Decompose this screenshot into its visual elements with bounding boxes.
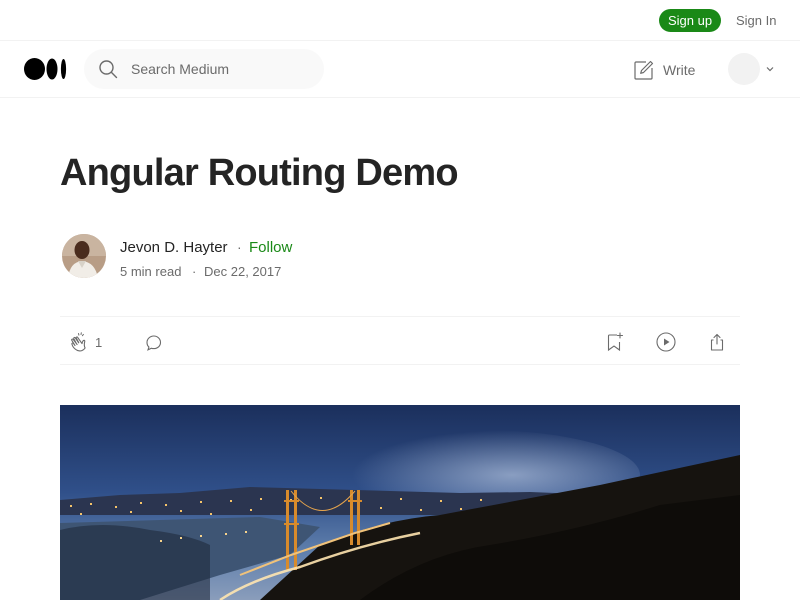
author-name[interactable]: Jevon D. Hayter bbox=[120, 239, 228, 256]
write-button[interactable]: Write bbox=[633, 59, 695, 81]
bookmark-add-icon[interactable] bbox=[602, 330, 626, 354]
write-icon bbox=[634, 60, 654, 80]
sign-in-link[interactable]: Sign In bbox=[736, 13, 776, 28]
sign-up-button[interactable]: Sign up bbox=[659, 9, 721, 32]
article-title: Angular Routing Demo bbox=[60, 152, 459, 194]
user-avatar bbox=[728, 53, 760, 85]
top-bar: Sign up Sign In bbox=[0, 0, 800, 41]
separator-dot: · bbox=[237, 239, 242, 255]
comment-icon[interactable] bbox=[142, 330, 166, 354]
separator-dot: · bbox=[192, 264, 197, 279]
main-nav: Write bbox=[0, 41, 800, 98]
search-icon bbox=[99, 60, 118, 79]
follow-button[interactable]: Follow bbox=[249, 239, 292, 256]
read-time: 5 min read bbox=[120, 264, 182, 279]
write-label: Write bbox=[663, 62, 696, 78]
share-icon[interactable] bbox=[705, 330, 729, 354]
listen-play-icon[interactable] bbox=[654, 330, 678, 354]
hero-image bbox=[60, 405, 740, 600]
search-input[interactable] bbox=[131, 49, 316, 89]
chevron-down-icon bbox=[766, 67, 774, 72]
publish-date: Dec 22, 2017 bbox=[204, 264, 282, 279]
search-box[interactable] bbox=[84, 49, 324, 89]
article-action-bar: 1 bbox=[60, 316, 740, 365]
clap-icon[interactable] bbox=[68, 330, 92, 354]
author-avatar[interactable] bbox=[62, 234, 106, 278]
clap-count[interactable]: 1 bbox=[95, 335, 102, 350]
user-menu-button[interactable] bbox=[728, 53, 776, 85]
medium-logo[interactable] bbox=[24, 58, 68, 80]
